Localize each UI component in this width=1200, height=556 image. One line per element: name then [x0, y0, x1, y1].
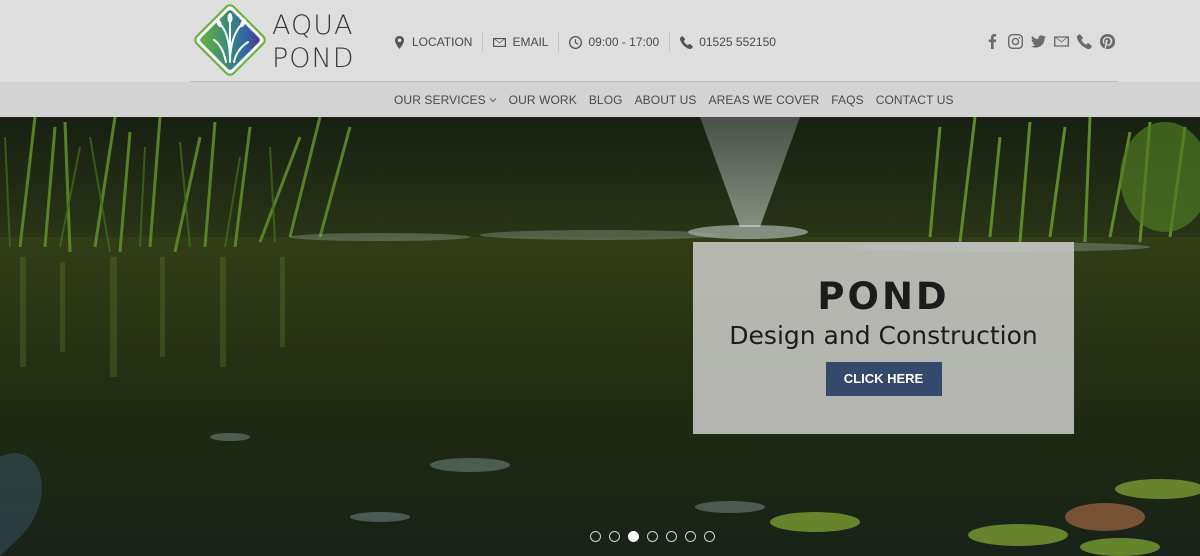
nav-item-our-services[interactable]: OUR SERVICES — [394, 93, 497, 107]
hero-title: POND — [817, 275, 950, 318]
logo-line-1: AQUA — [272, 10, 354, 41]
slider-dot-4[interactable] — [647, 531, 658, 542]
slider-pagination — [590, 531, 715, 542]
chevron-down-icon — [489, 97, 497, 102]
location-label: LOCATION — [412, 35, 473, 49]
hero-slider: POND Design and Construction CLICK HERE — [0, 117, 1200, 556]
slider-dot-7[interactable] — [704, 531, 715, 542]
main-navigation: OUR SERVICES OUR WORK BLOG ABOUT US AREA… — [0, 82, 1200, 117]
twitter-link[interactable] — [1030, 33, 1047, 50]
phone-icon — [680, 35, 694, 49]
twitter-icon — [1031, 35, 1046, 48]
facebook-link[interactable] — [984, 33, 1001, 50]
clock-icon — [569, 35, 583, 49]
nav-item-about-us[interactable]: ABOUT US — [635, 93, 697, 107]
hours-link[interactable]: 09:00 - 17:00 — [559, 32, 671, 52]
email-icon — [1054, 36, 1069, 47]
logo-line-2: POND — [272, 43, 355, 74]
logo-wordmark: AQUA POND — [272, 9, 355, 75]
facebook-icon — [988, 34, 997, 49]
email-link[interactable]: EMAIL — [483, 32, 560, 52]
site-header: AQUA POND LOCATION EMAIL 09:00 - 17:00 0… — [0, 0, 1200, 82]
contact-bar: LOCATION EMAIL 09:00 - 17:00 01525 55215… — [393, 32, 786, 52]
site-logo[interactable]: AQUA POND — [190, 3, 370, 81]
phone-link[interactable]: 01525 552150 — [670, 32, 786, 52]
pinterest-link[interactable] — [1099, 33, 1116, 50]
nav-label-our-services: OUR SERVICES — [394, 92, 486, 107]
nav-item-contact-us[interactable]: CONTACT US — [876, 93, 954, 107]
envelope-icon — [493, 37, 507, 47]
slider-dot-6[interactable] — [685, 531, 696, 542]
email-social-link[interactable] — [1053, 33, 1070, 50]
slider-dot-3[interactable] — [628, 531, 639, 542]
slider-dot-2[interactable] — [609, 531, 620, 542]
instagram-link[interactable] — [1007, 33, 1024, 50]
phone-social-link[interactable] — [1076, 33, 1093, 50]
map-pin-icon — [395, 35, 404, 49]
slider-dot-5[interactable] — [666, 531, 677, 542]
email-label: EMAIL — [512, 35, 549, 49]
nav-item-faqs[interactable]: FAQS — [831, 93, 863, 107]
slider-dot-1[interactable] — [590, 531, 601, 542]
click-here-button[interactable]: CLICK HERE — [825, 362, 942, 396]
nav-item-blog[interactable]: BLOG — [589, 93, 623, 107]
nav-item-areas-we-cover[interactable]: AREAS WE COVER — [709, 93, 820, 107]
pinterest-icon — [1100, 34, 1115, 49]
phone-label: 01525 552150 — [699, 35, 776, 49]
nav-item-our-work[interactable]: OUR WORK — [509, 93, 577, 107]
hero-subtitle: Design and Construction — [729, 321, 1038, 350]
social-links — [984, 33, 1116, 50]
location-link[interactable]: LOCATION — [393, 32, 484, 52]
instagram-icon — [1008, 34, 1023, 49]
hero-promo-box: POND Design and Construction CLICK HERE — [693, 242, 1074, 434]
logo-mark-icon — [194, 4, 266, 76]
phone-icon — [1077, 34, 1092, 49]
hours-label: 09:00 - 17:00 — [588, 35, 660, 49]
